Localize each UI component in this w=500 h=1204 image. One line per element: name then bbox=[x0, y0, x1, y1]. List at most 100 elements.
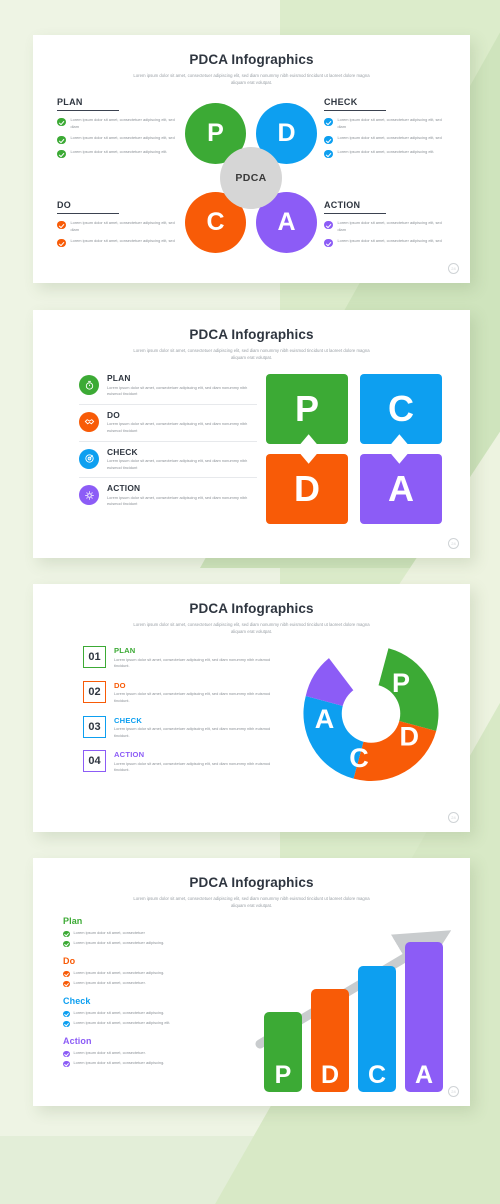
list-item: Lorem ipsum dolor sit amet, consectetuer bbox=[63, 930, 253, 937]
stopwatch-icon bbox=[79, 375, 99, 395]
bubble-do[interactable]: D bbox=[266, 454, 348, 524]
bar-action[interactable]: A bbox=[405, 942, 443, 1092]
bar-do[interactable]: D bbox=[311, 989, 349, 1092]
check-icon bbox=[324, 149, 333, 159]
bullet-list: Lorem ipsum dolor sit amet, consectetuer… bbox=[324, 220, 442, 248]
heading-rule bbox=[57, 213, 119, 215]
list-item: Lorem ipsum dolor sit amet, consectetuer… bbox=[324, 220, 442, 233]
section-check: CHECK Lorem ipsum dolor sit amet, consec… bbox=[324, 97, 442, 163]
list-item[interactable]: ACTION Lorem ipsum dolor sit amet, conse… bbox=[79, 478, 257, 514]
bar-plan[interactable]: P bbox=[264, 1012, 302, 1092]
list-item[interactable]: 03 CHECK Lorem ipsum dolor sit amet, con… bbox=[83, 715, 283, 740]
step-number: 03 bbox=[83, 715, 106, 738]
slide-pdca-bubbles[interactable]: PDCA Infographics Lorem ipsum dolor sit … bbox=[33, 310, 470, 558]
step-description: Lorem ipsum dolor sit amet, consectetuer… bbox=[107, 458, 248, 470]
step-name: ACTION bbox=[107, 483, 141, 494]
list-item: Lorem ipsum dolor sit amet, consectetuer… bbox=[63, 1060, 253, 1067]
list-item-body: ACTION Lorem ipsum dolor sit amet, conse… bbox=[107, 483, 257, 508]
watermark-badge: 24 bbox=[448, 812, 459, 823]
step-name: PLAN bbox=[107, 373, 131, 383]
heading-rule bbox=[324, 213, 386, 215]
list-item-body: DO Lorem ipsum dolor sit amet, consectet… bbox=[114, 681, 283, 705]
check-icon bbox=[57, 149, 66, 159]
list-item-text: Lorem ipsum dolor sit amet, consectetuer… bbox=[337, 117, 442, 129]
page-title: PDCA Infographics bbox=[189, 875, 314, 890]
group-action: Action Lorem ipsum dolor sit amet, conse… bbox=[63, 1036, 253, 1067]
section-heading: CHECK bbox=[324, 97, 358, 107]
section-plan: PLAN Lorem ipsum dolor sit amet, consect… bbox=[57, 97, 175, 163]
list-item: Lorem ipsum dolor sit amet, consectetuer… bbox=[324, 117, 442, 130]
list-item[interactable]: PLAN Lorem ipsum dolor sit amet, consect… bbox=[79, 368, 257, 405]
slide-header: PDCA Infographics Lorem ipsum dolor sit … bbox=[33, 310, 470, 362]
bubble-action[interactable]: A bbox=[360, 454, 442, 524]
check-icon bbox=[63, 970, 70, 977]
slide-pdca-donut[interactable]: PDCA Infographics Lorem ipsum dolor sit … bbox=[33, 584, 470, 832]
step-number: 02 bbox=[83, 680, 106, 703]
group-do: Do Lorem ipsum dolor sit amet, consectet… bbox=[63, 956, 253, 987]
watermark-badge: 24 bbox=[448, 263, 459, 274]
step-name: CHECK bbox=[107, 446, 138, 457]
step-description: Lorem ipsum dolor sit amet, consectetuer… bbox=[107, 421, 248, 433]
slide-pdca-wheel[interactable]: PDCA Infographics Lorem ipsum dolor sit … bbox=[33, 35, 470, 283]
list-item[interactable]: DO Lorem ipsum dolor sit amet, consectet… bbox=[79, 405, 257, 442]
list-item-text: Lorem ipsum dolor sit amet, consectetuer… bbox=[73, 980, 146, 985]
step-description: Lorem ipsum dolor sit amet, consectetuer… bbox=[107, 494, 248, 507]
watermark-badge: 24 bbox=[448, 538, 459, 549]
handshake-icon bbox=[79, 411, 99, 432]
step-description: Lorem ipsum dolor sit amet, consectetuer… bbox=[114, 760, 271, 773]
check-icon bbox=[324, 238, 333, 248]
list-item[interactable]: 04 ACTION Lorem ipsum dolor sit amet, co… bbox=[83, 750, 283, 774]
list-item: Lorem ipsum dolor sit amet, consectetuer… bbox=[57, 135, 175, 145]
list-item-text: Lorem ipsum dolor sit amet, consectetuer… bbox=[73, 940, 165, 945]
list-item-body: PLAN Lorem ipsum dolor sit amet, consect… bbox=[107, 373, 257, 398]
check-icon bbox=[57, 135, 66, 145]
list-item-text: Lorem ipsum dolor sit amet, consectetuer… bbox=[337, 238, 442, 244]
bubble-plan[interactable]: P bbox=[266, 374, 348, 444]
bullet-list: Lorem ipsum dolor sit amet, consectetuer… bbox=[57, 220, 175, 248]
group-name: Plan bbox=[63, 916, 83, 926]
watermark-badge: 24 bbox=[448, 1086, 459, 1097]
step-name: DO bbox=[114, 680, 126, 690]
check-icon bbox=[63, 1020, 70, 1027]
pdca-bubble-grid: P C D A bbox=[266, 374, 442, 524]
wheel-hub-label: PDCA bbox=[220, 147, 282, 209]
step-name: PLAN bbox=[114, 646, 136, 655]
slide-pdca-bars[interactable]: PDCA Infographics Lorem ipsum dolor sit … bbox=[33, 858, 470, 1106]
bubble-check[interactable]: C bbox=[360, 374, 442, 444]
list-item: Lorem ipsum dolor sit amet, consectetuer… bbox=[57, 117, 175, 130]
group-name: Check bbox=[63, 996, 91, 1006]
group-check: Check Lorem ipsum dolor sit amet, consec… bbox=[63, 996, 253, 1027]
check-icon bbox=[57, 117, 66, 127]
step-name: ACTION bbox=[114, 750, 145, 760]
page-title: PDCA Infographics bbox=[189, 601, 314, 616]
check-icon bbox=[63, 930, 70, 937]
check-icon bbox=[57, 238, 66, 248]
check-icon bbox=[324, 135, 333, 145]
donut-label-do: D bbox=[400, 721, 420, 751]
list-item-text: Lorem ipsum dolor sit amet, consectetuer… bbox=[73, 1010, 165, 1015]
group-name: Action bbox=[63, 1036, 92, 1046]
donut-label-action: A bbox=[315, 704, 335, 734]
list-item-text: Lorem ipsum dolor sit amet, consectetuer… bbox=[70, 238, 175, 244]
bullet-list: Lorem ipsum dolor sit amet, consectetuer… bbox=[324, 117, 442, 159]
list-item[interactable]: 01 PLAN Lorem ipsum dolor sit amet, cons… bbox=[83, 646, 283, 670]
step-description: Lorem ipsum dolor sit amet, consectetuer… bbox=[114, 656, 271, 669]
section-action: ACTION Lorem ipsum dolor sit amet, conse… bbox=[324, 200, 442, 252]
list-item: Lorem ipsum dolor sit amet, consectetuer… bbox=[63, 940, 253, 947]
list-item: Lorem ipsum dolor sit amet, consectetuer… bbox=[324, 135, 442, 145]
check-icon bbox=[63, 940, 70, 947]
list-item[interactable]: 02 DO Lorem ipsum dolor sit amet, consec… bbox=[83, 680, 283, 705]
gear-wrench-icon bbox=[79, 485, 99, 506]
bar-check[interactable]: C bbox=[358, 966, 396, 1092]
heading-rule bbox=[57, 110, 119, 112]
check-icon bbox=[57, 220, 66, 230]
list-item[interactable]: CHECK Lorem ipsum dolor sit amet, consec… bbox=[79, 442, 257, 479]
section-heading: ACTION bbox=[324, 200, 361, 210]
check-icon bbox=[63, 1010, 70, 1017]
list-item-body: ACTION Lorem ipsum dolor sit amet, conse… bbox=[114, 750, 283, 774]
list-item: Lorem ipsum dolor sit amet, consectetuer… bbox=[63, 1020, 253, 1027]
donut-label-plan: P bbox=[392, 668, 410, 698]
check-icon bbox=[63, 980, 70, 987]
group-plan: Plan Lorem ipsum dolor sit amet, consect… bbox=[63, 916, 253, 947]
list-item-body: CHECK Lorem ipsum dolor sit amet, consec… bbox=[114, 716, 283, 740]
